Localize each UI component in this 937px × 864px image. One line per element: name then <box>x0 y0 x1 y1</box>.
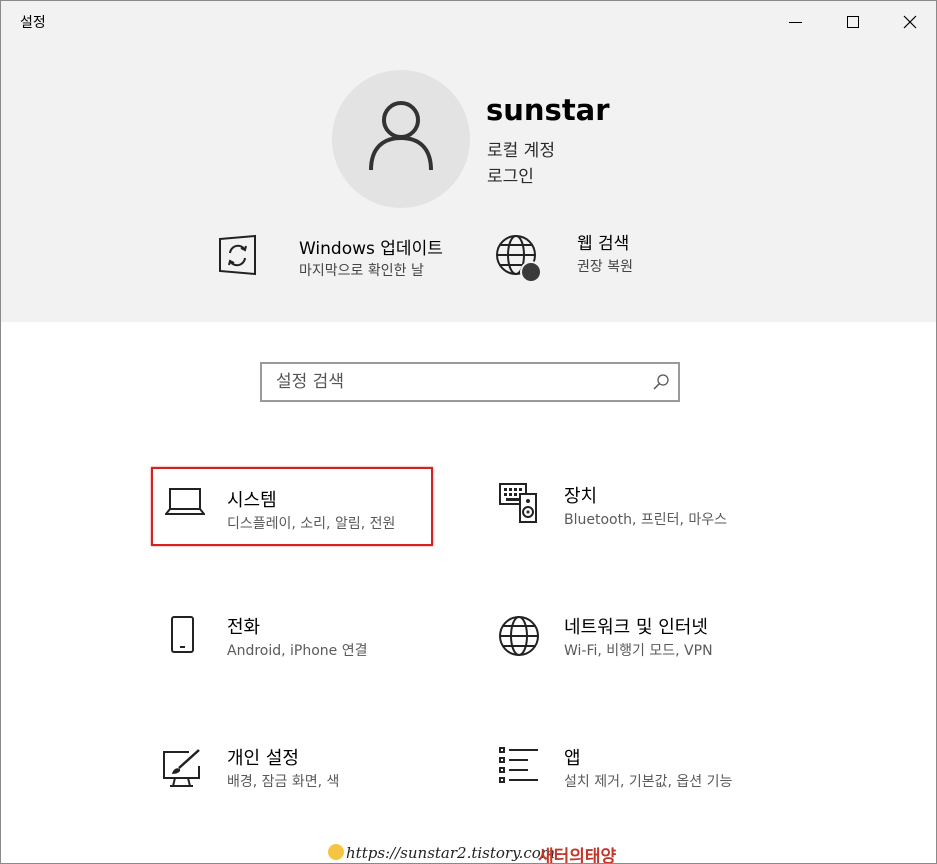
tile-personalization-label: 개인 설정 <box>227 748 299 769</box>
tile-apps-desc: 설치 제거, 기본값, 옵션 기능 <box>564 774 733 790</box>
settings-search-box[interactable] <box>260 362 680 402</box>
quick-web-subtitle: 권장 복원 <box>577 259 633 275</box>
tile-phone-label: 전화 <box>227 617 261 638</box>
user-icon <box>369 101 433 171</box>
network-globe-icon <box>499 616 539 656</box>
paint-icon <box>163 749 200 787</box>
maximize-icon <box>847 16 859 28</box>
windows-update-icon <box>219 234 256 276</box>
tile-personalization[interactable]: 개인 설정 배경, 잠금 화면, 색 <box>161 744 461 820</box>
watermark-name: 새터의태양 <box>538 847 617 864</box>
tile-system[interactable]: 시스템 디스플레이, 소리, 알림, 전원 <box>151 467 433 546</box>
phone-icon <box>171 616 194 653</box>
quick-web-title: 웹 검색 <box>577 234 630 254</box>
window-title: 설정 <box>20 15 46 31</box>
tile-network[interactable]: 네트워크 및 인터넷 Wi-Fi, 비행기 모드, VPN <box>498 613 798 689</box>
tile-personalization-desc: 배경, 잠금 화면, 색 <box>227 774 340 790</box>
tile-devices[interactable]: 장치 Bluetooth, 프린터, 마우스 <box>498 482 798 558</box>
quick-web-search[interactable]: 웹 검색 권장 복원 <box>494 229 694 289</box>
close-icon <box>903 15 917 29</box>
tile-devices-label: 장치 <box>564 486 598 507</box>
title-bar[interactable]: 설정 <box>1 1 936 43</box>
tile-devices-desc: Bluetooth, 프린터, 마우스 <box>564 512 728 528</box>
tile-system-desc: 디스플레이, 소리, 알림, 전원 <box>227 516 396 532</box>
tile-apps-label: 앱 <box>564 748 581 769</box>
watermark-url: https://sunstar2.tistory.com <box>346 844 556 862</box>
tile-network-desc: Wi-Fi, 비행기 모드, VPN <box>564 643 713 659</box>
quick-update-subtitle: 마지막으로 확인한 날 <box>299 263 424 279</box>
maximize-button[interactable] <box>824 1 881 43</box>
tile-network-label: 네트워크 및 인터넷 <box>564 617 708 638</box>
minimize-button[interactable] <box>767 1 824 43</box>
account-header: sunstar 로컬 계정 로그인 Windows 업데이트 마지막으로 확인한… <box>1 43 936 322</box>
search-icon[interactable] <box>653 374 669 390</box>
settings-window: 설정 sunstar 로컬 계정 로그인 Windows 업데이트 마지막으로 … <box>0 0 937 864</box>
tile-phone[interactable]: 전화 Android, iPhone 연결 <box>161 613 461 689</box>
tile-phone-desc: Android, iPhone 연결 <box>227 643 368 659</box>
account-type: 로컬 계정 <box>487 141 555 161</box>
globe-icon <box>496 235 542 283</box>
quick-windows-update[interactable]: Windows 업데이트 마지막으로 확인한 날 <box>217 230 477 290</box>
sign-in-link[interactable]: 로그인 <box>487 162 534 187</box>
laptop-icon <box>165 488 205 515</box>
smiley-icon <box>328 844 344 860</box>
avatar[interactable] <box>332 70 470 208</box>
minimize-icon <box>789 22 802 23</box>
tile-system-label: 시스템 <box>227 490 277 511</box>
tile-apps[interactable]: 앱 설치 제거, 기본값, 옵션 기능 <box>498 744 798 820</box>
close-button[interactable] <box>881 1 936 43</box>
quick-update-title: Windows 업데이트 <box>299 239 443 259</box>
app-list-icon <box>499 747 538 783</box>
search-input[interactable] <box>262 364 632 400</box>
keyboard-speaker-icon <box>499 483 537 523</box>
user-name: sunstar <box>486 93 610 127</box>
